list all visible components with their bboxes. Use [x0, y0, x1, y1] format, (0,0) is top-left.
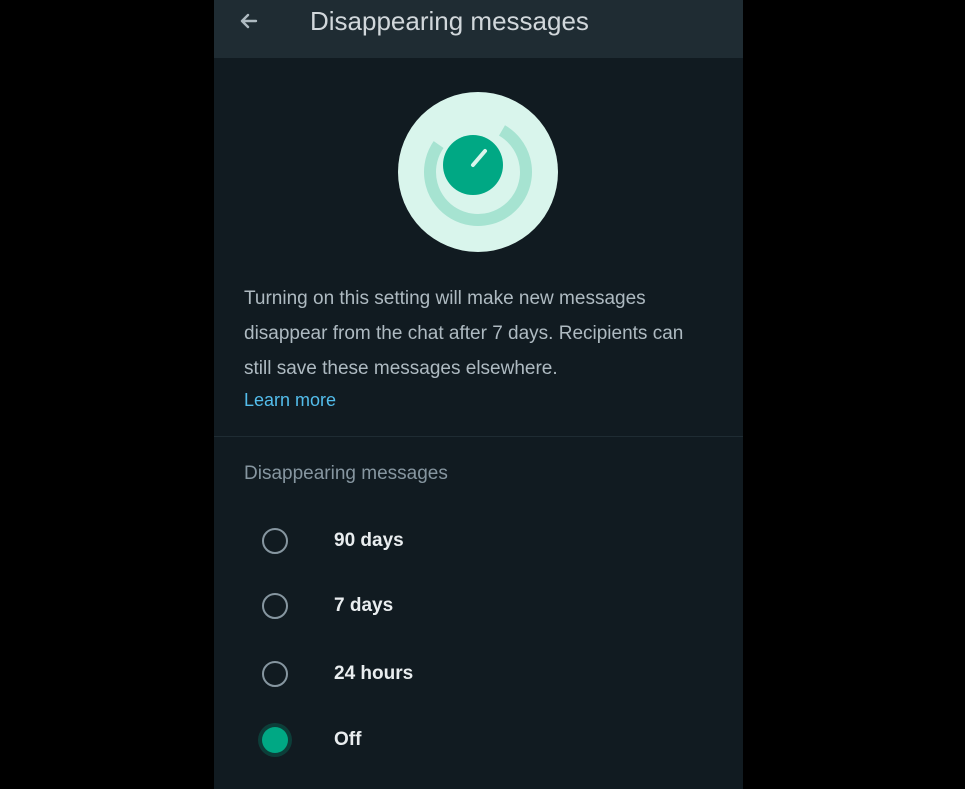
option-off[interactable]: Off	[214, 710, 743, 770]
radio-button-selected[interactable]	[262, 727, 288, 753]
divider	[214, 436, 743, 437]
disappearing-messages-screen: Disappearing messages Turning on this se…	[214, 0, 743, 789]
option-label: 7 days	[334, 595, 394, 616]
arrow-left-icon	[240, 13, 258, 29]
radio-button[interactable]	[262, 593, 288, 619]
page-title: Disappearing messages	[310, 6, 589, 36]
screen: Disappearing messages Turning on this se…	[0, 0, 965, 789]
back-button[interactable]	[234, 6, 264, 36]
option-label: 90 days	[334, 530, 404, 551]
option-7-days[interactable]: 7 days	[214, 576, 743, 636]
disappearing-messages-illustration	[398, 92, 558, 252]
radio-button[interactable]	[262, 528, 288, 554]
option-90-days[interactable]: 90 days	[214, 511, 743, 571]
timer-icon	[424, 118, 532, 226]
radio-button[interactable]	[262, 661, 288, 687]
option-24-hours[interactable]: 24 hours	[214, 644, 743, 704]
top-app-bar: Disappearing messages	[214, 0, 743, 58]
option-label: Off	[334, 729, 362, 750]
option-label: 24 hours	[334, 663, 414, 684]
section-label: Disappearing messages	[244, 463, 448, 484]
description-text: Turning on this setting will make new me…	[244, 288, 684, 379]
learn-more-link[interactable]: Learn more	[244, 390, 336, 411]
